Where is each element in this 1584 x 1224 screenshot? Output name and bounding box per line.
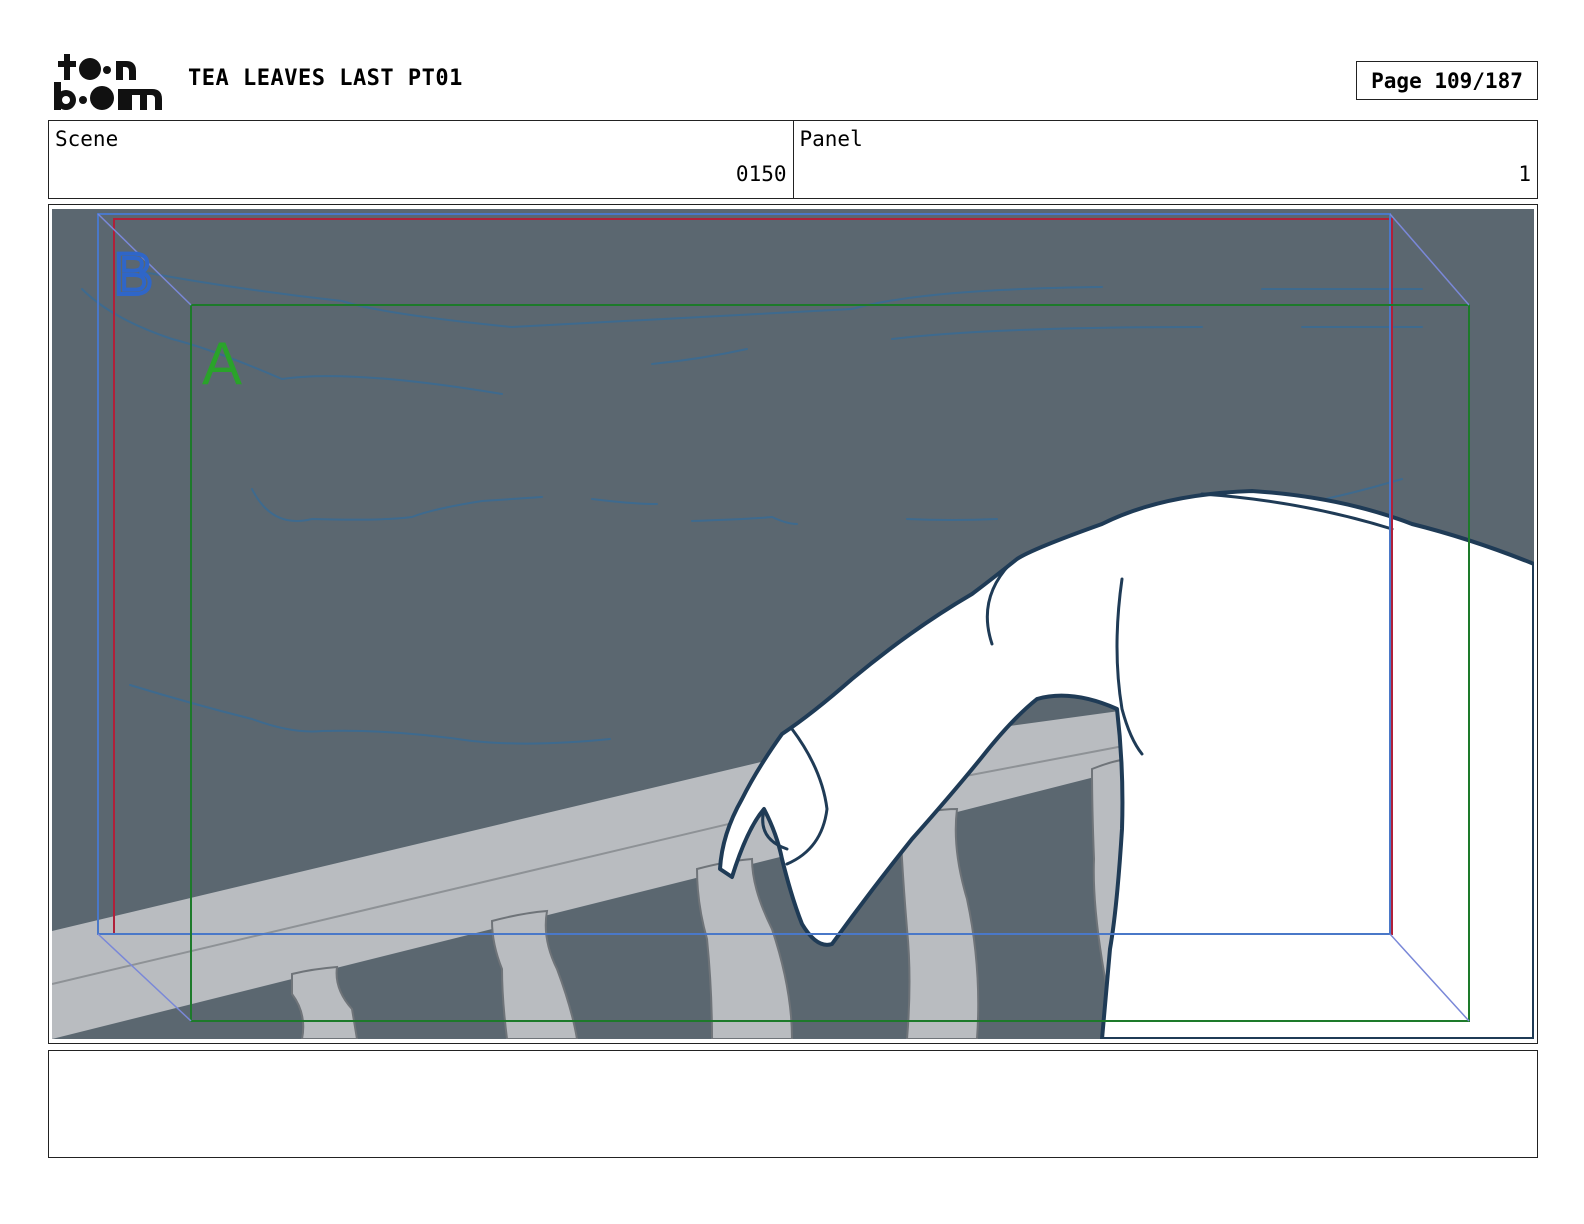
page-indicator: Page 109/187 [1356, 61, 1538, 100]
scene-number: 0150 [735, 162, 787, 186]
field-marker-a: A [202, 330, 242, 397]
toon-boom-logo [54, 54, 162, 110]
field-marker-b: B [114, 242, 153, 307]
storyboard-panel-image: B A [52, 209, 1534, 1039]
panel-cell: Panel 1 [792, 121, 1538, 198]
panel-notes-box [48, 1050, 1538, 1158]
scene-panel-info: Scene 0150 Panel 1 [48, 120, 1538, 199]
scene-cell: Scene 0150 [49, 121, 793, 198]
scene-label: Scene [55, 127, 119, 151]
panel-label: Panel [799, 127, 863, 151]
document-title: TEA LEAVES LAST PT01 [188, 66, 463, 91]
panel-number: 1 [1518, 162, 1531, 186]
